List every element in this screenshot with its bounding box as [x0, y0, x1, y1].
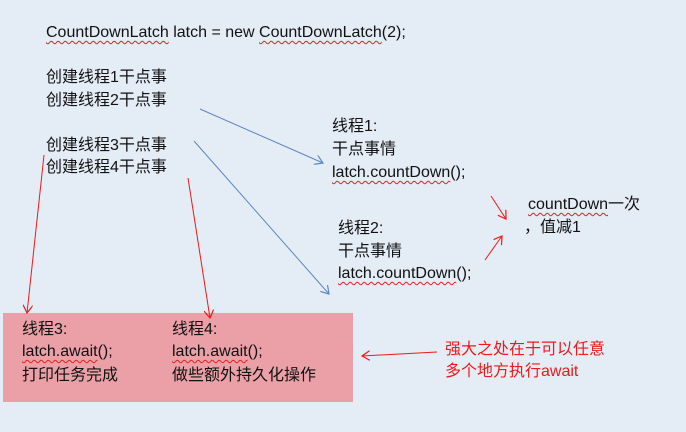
diagram-canvas: CountDownLatch latch = new CountDownLatc…: [0, 0, 686, 432]
arrow-power-note: [362, 352, 438, 356]
arrow-thread2: [193, 140, 329, 294]
arrow-thread4: [187, 177, 210, 318]
arrow-thread3: [27, 154, 45, 313]
arrow-countdown-2: [484, 236, 502, 261]
arrows-layer: [0, 108, 686, 432]
arrow-countdown-1: [490, 195, 506, 219]
arrow-thread1: [199, 108, 323, 163]
